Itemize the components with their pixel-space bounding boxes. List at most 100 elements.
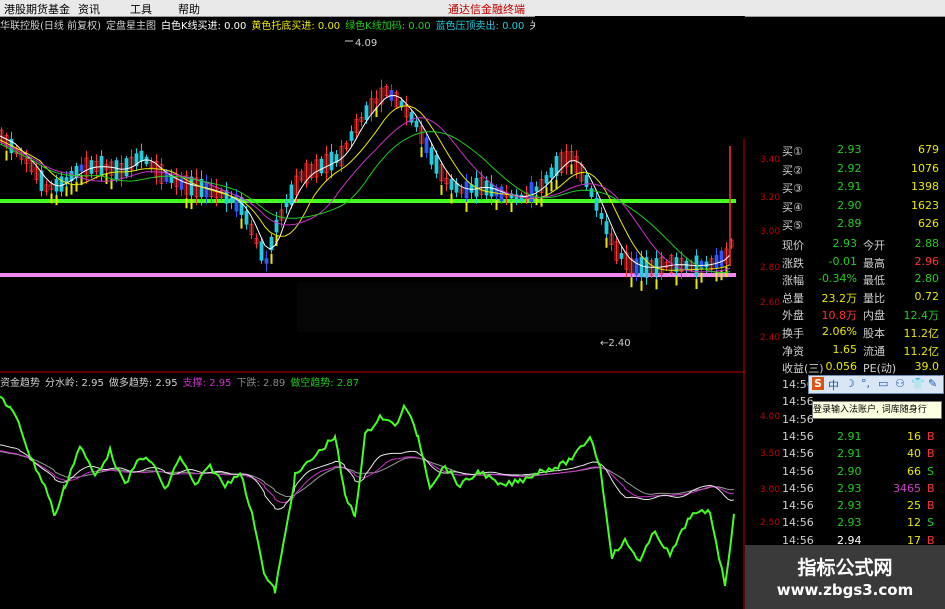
quote-label: 换手 xyxy=(782,327,804,340)
tick-volume: 16 xyxy=(907,429,921,443)
candle-body xyxy=(719,250,724,267)
quote-row: 涨跌 -0.01 最高 2.96 xyxy=(745,254,945,272)
tick-price: 2.90 xyxy=(837,464,862,478)
buy-signal-bar xyxy=(630,277,633,288)
candle-body xyxy=(434,155,439,174)
tick-time: 14:56 xyxy=(782,447,814,461)
quote-label: 流通 xyxy=(863,344,885,358)
logo-url: www.zbgs3.com xyxy=(776,581,914,599)
menu-item-hk-futures[interactable]: 港股期货基金 xyxy=(4,1,70,17)
buy-signal-bar xyxy=(450,193,453,204)
ime-chinese-mode-icon[interactable]: 中 xyxy=(828,377,839,393)
capital-trend-line xyxy=(0,395,735,594)
quote-label: 现价 xyxy=(782,239,804,252)
menu-item-tools[interactable]: 工具 xyxy=(130,1,152,17)
order-price: 2.92 xyxy=(837,161,862,175)
candle-body xyxy=(599,213,604,219)
menu-bar: 港股期货基金 资讯 工具 帮助 通达信金融终端 xyxy=(0,0,945,17)
quote-label: 内盘 xyxy=(863,309,885,323)
quote-value: 2.96 xyxy=(914,254,940,268)
candle-body xyxy=(429,147,434,165)
kline-chart[interactable]: 4.09 ←2.40 xyxy=(0,16,745,609)
candle-body xyxy=(704,261,709,268)
tick-time: 14:56 xyxy=(782,464,814,478)
order-volume: 626 xyxy=(918,217,939,230)
buy-signal-bar xyxy=(675,275,678,286)
order-price: 2.90 xyxy=(837,198,862,212)
ime-tooltip: 登录输入法账户, 词库随身行 xyxy=(812,401,942,419)
blank-region xyxy=(297,283,650,332)
order-label: 买③ xyxy=(782,182,803,195)
tick-price: 2.91 xyxy=(837,447,862,461)
quote-label: 外盘 xyxy=(782,309,804,323)
quote-label: 最高 xyxy=(863,256,885,270)
candle-body xyxy=(114,160,119,180)
tick-price: 2.91 xyxy=(837,429,862,443)
ma-line xyxy=(0,117,731,273)
quote-value: 12.4万 xyxy=(903,309,940,323)
quote-value: 2.93 xyxy=(832,237,858,250)
buy-signal-bar xyxy=(190,199,193,210)
candle-body xyxy=(489,183,494,197)
buy-signal-bar xyxy=(695,279,698,290)
tick-time: 14:56 xyxy=(782,481,814,495)
candle-body xyxy=(364,105,369,121)
buy-signal-bar xyxy=(510,202,513,213)
candle-body xyxy=(449,178,454,190)
order-book-row[interactable]: 买① 2.93 679 xyxy=(745,142,945,160)
buy-signal-bar xyxy=(465,201,468,212)
quote-label: 今开 xyxy=(863,239,885,252)
candle-body xyxy=(349,131,354,141)
order-book-row[interactable]: 买② 2.92 1076 xyxy=(745,161,945,179)
tick-side: B xyxy=(927,429,935,443)
candle-body xyxy=(584,175,589,187)
order-volume: 1398 xyxy=(911,180,939,193)
tick-volume: 40 xyxy=(907,447,921,461)
menu-item-news[interactable]: 资讯 xyxy=(78,1,100,17)
quote-value: 23.2万 xyxy=(821,291,858,305)
buy-signal-bar xyxy=(270,253,273,264)
candle-body xyxy=(329,151,334,171)
buy-signal-bar xyxy=(700,272,703,283)
buy-signal-bar xyxy=(605,237,608,248)
ime-skin-icon[interactable]: 👕 xyxy=(911,377,925,390)
watermark-logo: 指标公式网 www.zbgs3.com xyxy=(745,545,945,609)
tick-volume: 66 xyxy=(907,464,921,478)
quote-label: 总量 xyxy=(782,291,804,305)
ime-logo-icon[interactable]: S xyxy=(812,377,824,390)
quote-value: 0.72 xyxy=(914,289,940,303)
order-price: 2.91 xyxy=(837,180,862,193)
tick-row: 14:56 2.93 3465 B xyxy=(745,481,945,498)
candle-body xyxy=(89,160,94,174)
tick-time: 14:56 xyxy=(782,516,814,530)
tick-time: 14:56 xyxy=(782,412,814,426)
order-book-row[interactable]: 买⑤ 2.89 626 xyxy=(745,216,945,234)
candle-body xyxy=(124,158,129,177)
menu-item-help[interactable]: 帮助 xyxy=(178,1,200,17)
candle-body xyxy=(204,181,209,198)
order-book-row[interactable]: 买④ 2.90 1623 xyxy=(745,198,945,216)
buy-signal-bar xyxy=(5,150,8,161)
ime-punct-icon[interactable]: °, xyxy=(861,377,870,390)
order-book-row[interactable]: 买③ 2.91 1398 xyxy=(745,179,945,197)
candle-body xyxy=(519,194,524,202)
candle-body xyxy=(264,258,269,264)
quote-row: 净资 1.65 流通 11.2亿 xyxy=(745,342,945,360)
buy-signal-bar xyxy=(240,218,243,229)
candle-body xyxy=(99,155,104,177)
tick-side: B xyxy=(927,499,935,513)
ime-settings-icon[interactable]: ✎ xyxy=(928,377,937,390)
quote-value: 1.65 xyxy=(832,342,858,356)
low-price-label: ←2.40 xyxy=(600,338,631,349)
candle-body xyxy=(589,188,594,198)
ime-user-icon[interactable]: ⚇ xyxy=(895,377,905,390)
candle-body xyxy=(139,150,144,162)
candle-body xyxy=(319,158,324,174)
high-price-label: 4.09 xyxy=(355,38,377,49)
candle-body xyxy=(619,253,624,259)
ime-toolbar[interactable]: S 中 ☽ °, ▭ ⚇ 👕 ✎ xyxy=(808,375,944,394)
ime-moon-icon[interactable]: ☽ xyxy=(845,377,855,390)
buy-signal-bar xyxy=(65,186,68,197)
ime-keyboard-icon[interactable]: ▭ xyxy=(878,377,888,390)
resistance-line xyxy=(0,199,736,203)
